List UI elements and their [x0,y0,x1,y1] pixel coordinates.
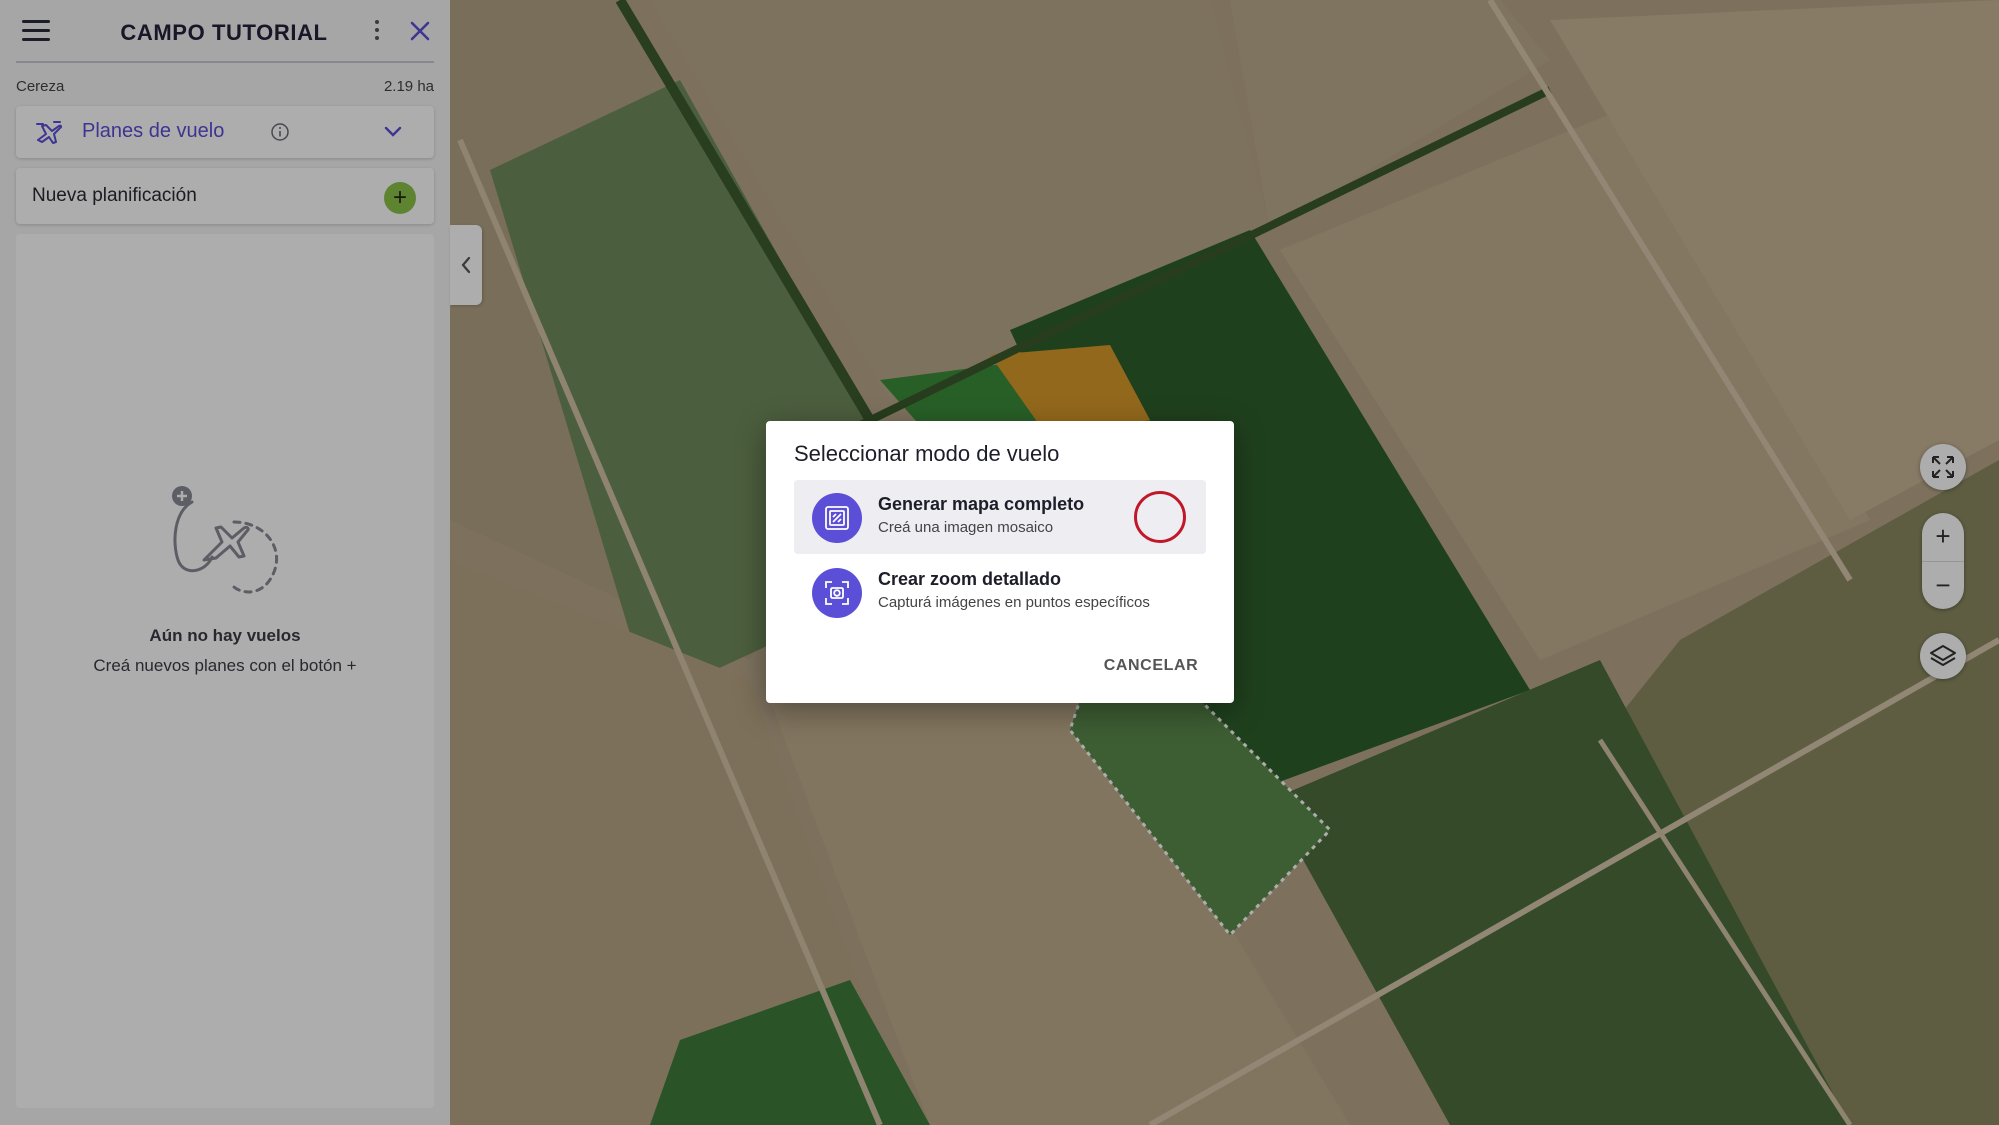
flight-mode-dialog: Seleccionar modo de vuelo Generar mapa c… [766,421,1234,703]
option-title: Crear zoom detallado [878,569,1062,589]
option-full-map[interactable]: Generar mapa completo Creá una imagen mo… [794,480,1206,554]
cancel-button[interactable]: CANCELAR [1096,651,1206,681]
option-title: Generar mapa completo [878,494,1085,514]
option-detailed-zoom[interactable]: Crear zoom detallado Capturá imágenes en… [794,555,1206,629]
option-subtitle: Capturá imágenes en puntos específicos [878,594,1150,611]
zoom-capture-icon [812,568,862,618]
option-subtitle: Creá una imagen mosaico [878,519,1054,536]
mosaic-map-icon [812,493,862,543]
dialog-title: Seleccionar modo de vuelo [794,441,1060,466]
selection-ring [1134,491,1186,543]
